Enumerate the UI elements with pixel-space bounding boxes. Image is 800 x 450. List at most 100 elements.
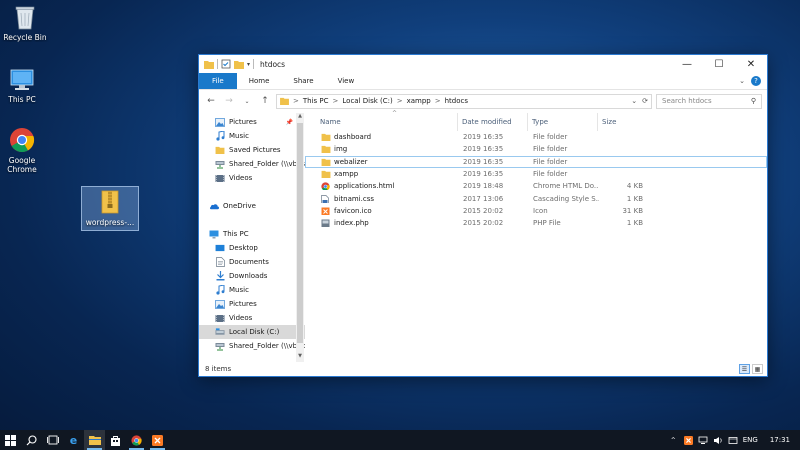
start-button[interactable] — [0, 430, 21, 450]
file-date: 2015 20:02 — [463, 206, 504, 215]
pin-icon[interactable]: 📌 — [286, 119, 293, 126]
file-name: index.php — [334, 219, 369, 228]
tray-display-icon[interactable] — [728, 435, 739, 446]
recent-locations-chevron-icon[interactable]: ⌄ — [240, 94, 254, 108]
tray-xampp-icon[interactable] — [683, 435, 694, 446]
forward-arrow-icon[interactable]: → — [222, 94, 236, 108]
taskbar-file-explorer[interactable] — [84, 430, 105, 450]
nav-item[interactable]: Videos — [199, 171, 305, 185]
nav-item-label: Documents — [229, 258, 269, 266]
breadcrumb-separator[interactable]: > — [435, 97, 441, 105]
maximize-button[interactable]: ☐ — [703, 55, 735, 73]
customize-toolbar-icon[interactable]: ▾ — [247, 61, 250, 68]
expand-ribbon-icon[interactable]: ⌄ — [739, 77, 745, 85]
nav-item[interactable]: Downloads — [199, 269, 305, 283]
file-type: File folder — [533, 133, 568, 142]
show-hidden-icons-chevron-icon[interactable]: ^ — [668, 435, 679, 446]
file-type: Icon — [533, 206, 548, 215]
address-bar[interactable]: > This PC > Local Disk (C:) > xampp > ht… — [276, 93, 652, 109]
large-icons-view-icon[interactable]: ▦ — [752, 364, 763, 374]
file-row[interactable]: bitnami.css 2017 13:06 Cascading Style S..… — [305, 192, 767, 204]
file-explorer-icon — [88, 436, 101, 445]
search-input[interactable]: Search htdocs ⚲ — [656, 93, 762, 109]
back-arrow-icon[interactable]: ← — [204, 94, 218, 108]
onedrive-icon — [209, 201, 219, 211]
nav-item-label: Local Disk (C:) — [229, 328, 280, 336]
input-language[interactable]: ENG — [743, 436, 758, 444]
file-row[interactable]: img 2019 16:35 File folder — [305, 143, 767, 155]
up-arrow-icon[interactable]: ↑ — [258, 94, 272, 108]
css-file-icon — [321, 194, 330, 203]
refresh-icon[interactable]: ⟳ — [642, 97, 648, 105]
store-icon — [111, 435, 120, 446]
explorer-body: Pictures 📌 Music Saved Pictures Shared_Folde… — [199, 110, 767, 362]
nav-item[interactable]: Pictures 📌 — [199, 115, 305, 129]
taskbar-chrome[interactable] — [126, 430, 147, 450]
nav-item[interactable]: Videos — [199, 311, 305, 325]
breadcrumb-local-disk[interactable]: Local Disk (C:) — [342, 97, 392, 105]
taskbar-xampp[interactable] — [147, 430, 168, 450]
nav-item[interactable]: OneDrive — [199, 199, 305, 213]
address-dropdown-icon[interactable]: ⌄ — [631, 97, 637, 105]
breadcrumb-this-pc[interactable]: This PC — [303, 97, 329, 105]
breadcrumb-separator[interactable]: > — [397, 97, 403, 105]
desktop-icon-this-pc[interactable]: This PC — [0, 68, 51, 104]
scrollbar-thumb[interactable] — [297, 123, 303, 343]
column-header-name[interactable]: Name — [305, 113, 458, 131]
nav-item[interactable]: Desktop — [199, 241, 305, 255]
clock[interactable]: 17:31 — [770, 436, 790, 444]
title-bar[interactable]: ▾ htdocs — ☐ ✕ — [199, 55, 767, 73]
taskbar-edge[interactable]: e — [63, 430, 84, 450]
details-view-icon[interactable]: ☰ — [739, 364, 750, 374]
new-folder-icon[interactable] — [234, 60, 244, 69]
file-row[interactable]: xampp 2019 16:35 File folder — [305, 168, 767, 180]
file-row[interactable]: dashboard 2019 16:35 File folder — [305, 131, 767, 143]
local-disk-icon — [215, 327, 225, 337]
tab-home[interactable]: Home — [237, 73, 282, 89]
nav-item[interactable]: This PC — [199, 227, 305, 241]
nav-item[interactable]: Shared_Folder (\\vbox — [199, 339, 305, 353]
tray-volume-icon[interactable] — [713, 435, 724, 446]
help-icon[interactable]: ? — [751, 76, 761, 86]
column-header-date[interactable]: Date modified — [458, 113, 528, 131]
nav-item[interactable]: Music — [199, 129, 305, 143]
file-name-cell: favicon.ico — [306, 207, 459, 215]
file-row[interactable]: applications.html 2019 18:48 Chrome HTML D… — [305, 180, 767, 192]
scroll-up-arrow-icon[interactable]: ▲ — [296, 113, 304, 122]
file-row[interactable]: webalizer 2019 16:35 File folder — [305, 155, 767, 168]
tab-view[interactable]: View — [326, 73, 367, 89]
file-row[interactable]: index.php 2015 20:02 PHP File 1 KB — [305, 217, 767, 229]
breadcrumb-separator[interactable]: > — [333, 97, 339, 105]
task-view-button[interactable] — [42, 430, 63, 450]
breadcrumb-xampp[interactable]: xampp — [407, 97, 431, 105]
nav-item[interactable]: Music — [199, 283, 305, 297]
nav-item[interactable]: Saved Pictures — [199, 143, 305, 157]
navigation-pane-scrollbar[interactable]: ▲ ▼ — [296, 113, 304, 362]
minimize-button[interactable]: — — [671, 55, 703, 73]
search-button[interactable] — [21, 430, 42, 450]
music-icon — [215, 285, 225, 295]
desktop-icon-wordpress-zip[interactable]: wordpress-... — [81, 186, 139, 231]
column-header-type[interactable]: Type — [528, 113, 598, 131]
recycle-bin-icon — [15, 6, 35, 30]
file-row[interactable]: favicon.ico 2015 20:02 Icon 31 KB — [305, 205, 767, 217]
nav-item[interactable]: Pictures — [199, 297, 305, 311]
properties-icon[interactable] — [221, 59, 231, 69]
tray-network-icon[interactable] — [698, 435, 709, 446]
scroll-down-arrow-icon[interactable]: ▼ — [296, 353, 304, 362]
desktop-icon-recycle-bin[interactable]: Recycle Bin — [0, 4, 54, 42]
taskbar-store[interactable] — [105, 430, 126, 450]
close-button[interactable]: ✕ — [735, 55, 767, 73]
search-icon — [26, 434, 37, 445]
file-date: 2019 16:35 — [463, 157, 504, 166]
column-header-size[interactable]: Size — [598, 113, 646, 131]
tab-file[interactable]: File — [199, 73, 237, 89]
nav-item[interactable]: Documents — [199, 255, 305, 269]
breadcrumb-htdocs[interactable]: htdocs — [445, 97, 468, 105]
nav-item[interactable]: Local Disk (C:) — [199, 325, 305, 339]
desktop-icon-google-chrome[interactable]: Google Chrome — [0, 127, 51, 174]
nav-item[interactable]: Shared_Folder (\\vbos — [199, 157, 305, 171]
tab-share[interactable]: Share — [281, 73, 325, 89]
